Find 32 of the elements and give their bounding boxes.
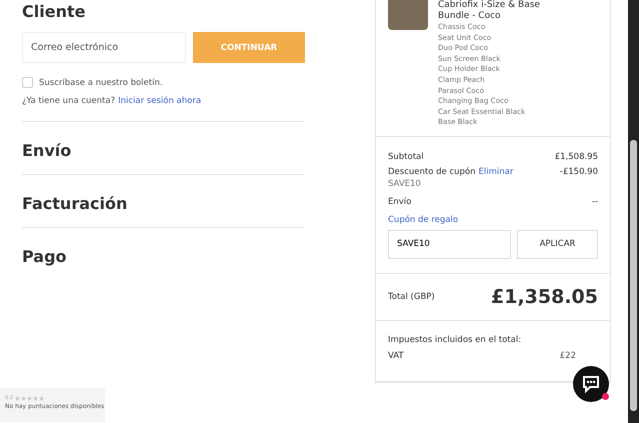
- coupon-field[interactable]: SAVE10: [388, 230, 511, 259]
- section-heading: Facturación: [22, 194, 128, 213]
- summary-label: Subtotal: [388, 152, 424, 162]
- tax-label: VAT: [388, 350, 404, 361]
- email-field[interactable]: Correo electrónico: [22, 32, 186, 63]
- summary-value: --: [592, 196, 598, 207]
- section-heading: Envío: [22, 141, 72, 160]
- apply-button[interactable]: APLICAR: [517, 230, 598, 259]
- tax-value: £22: [560, 350, 576, 361]
- gift-coupon-link[interactable]: Cupón de regalo: [388, 214, 598, 225]
- scrollbar[interactable]: [628, 0, 639, 423]
- summary-label: Envío: [388, 196, 412, 207]
- scrollbar-thumb[interactable]: [630, 140, 637, 411]
- sign-in-link[interactable]: Iniciar sesión ahora: [118, 96, 202, 106]
- total-value: £1,358.05: [491, 286, 598, 308]
- section-heading: Pago: [22, 247, 68, 266]
- chat-icon: [581, 374, 601, 394]
- notification-dot: [602, 393, 609, 400]
- coupon-code: SAVE10: [388, 178, 422, 189]
- remove-coupon-link[interactable]: Eliminar: [478, 166, 514, 177]
- summary-value: £1,508.95: [554, 152, 598, 162]
- tax-heading: Impuestos incluidos en el total:: [388, 334, 522, 345]
- newsletter-checkbox[interactable]: [22, 77, 33, 88]
- chat-button[interactable]: [573, 366, 609, 402]
- summary-value: -£150.90: [560, 166, 598, 177]
- section-heading: Cliente: [22, 2, 86, 21]
- summary-label: Descuento de cupón: [388, 166, 476, 177]
- account-prompt: ¿Ya tiene una cuenta?: [22, 96, 116, 106]
- newsletter-label: Suscríbase a nuestro boletín.: [39, 78, 163, 88]
- product-photo: [388, 0, 428, 30]
- product-title: Cabriofix i-Size & Base Bundle - Coco: [438, 0, 541, 22]
- total-label: Total (GBP): [388, 292, 435, 302]
